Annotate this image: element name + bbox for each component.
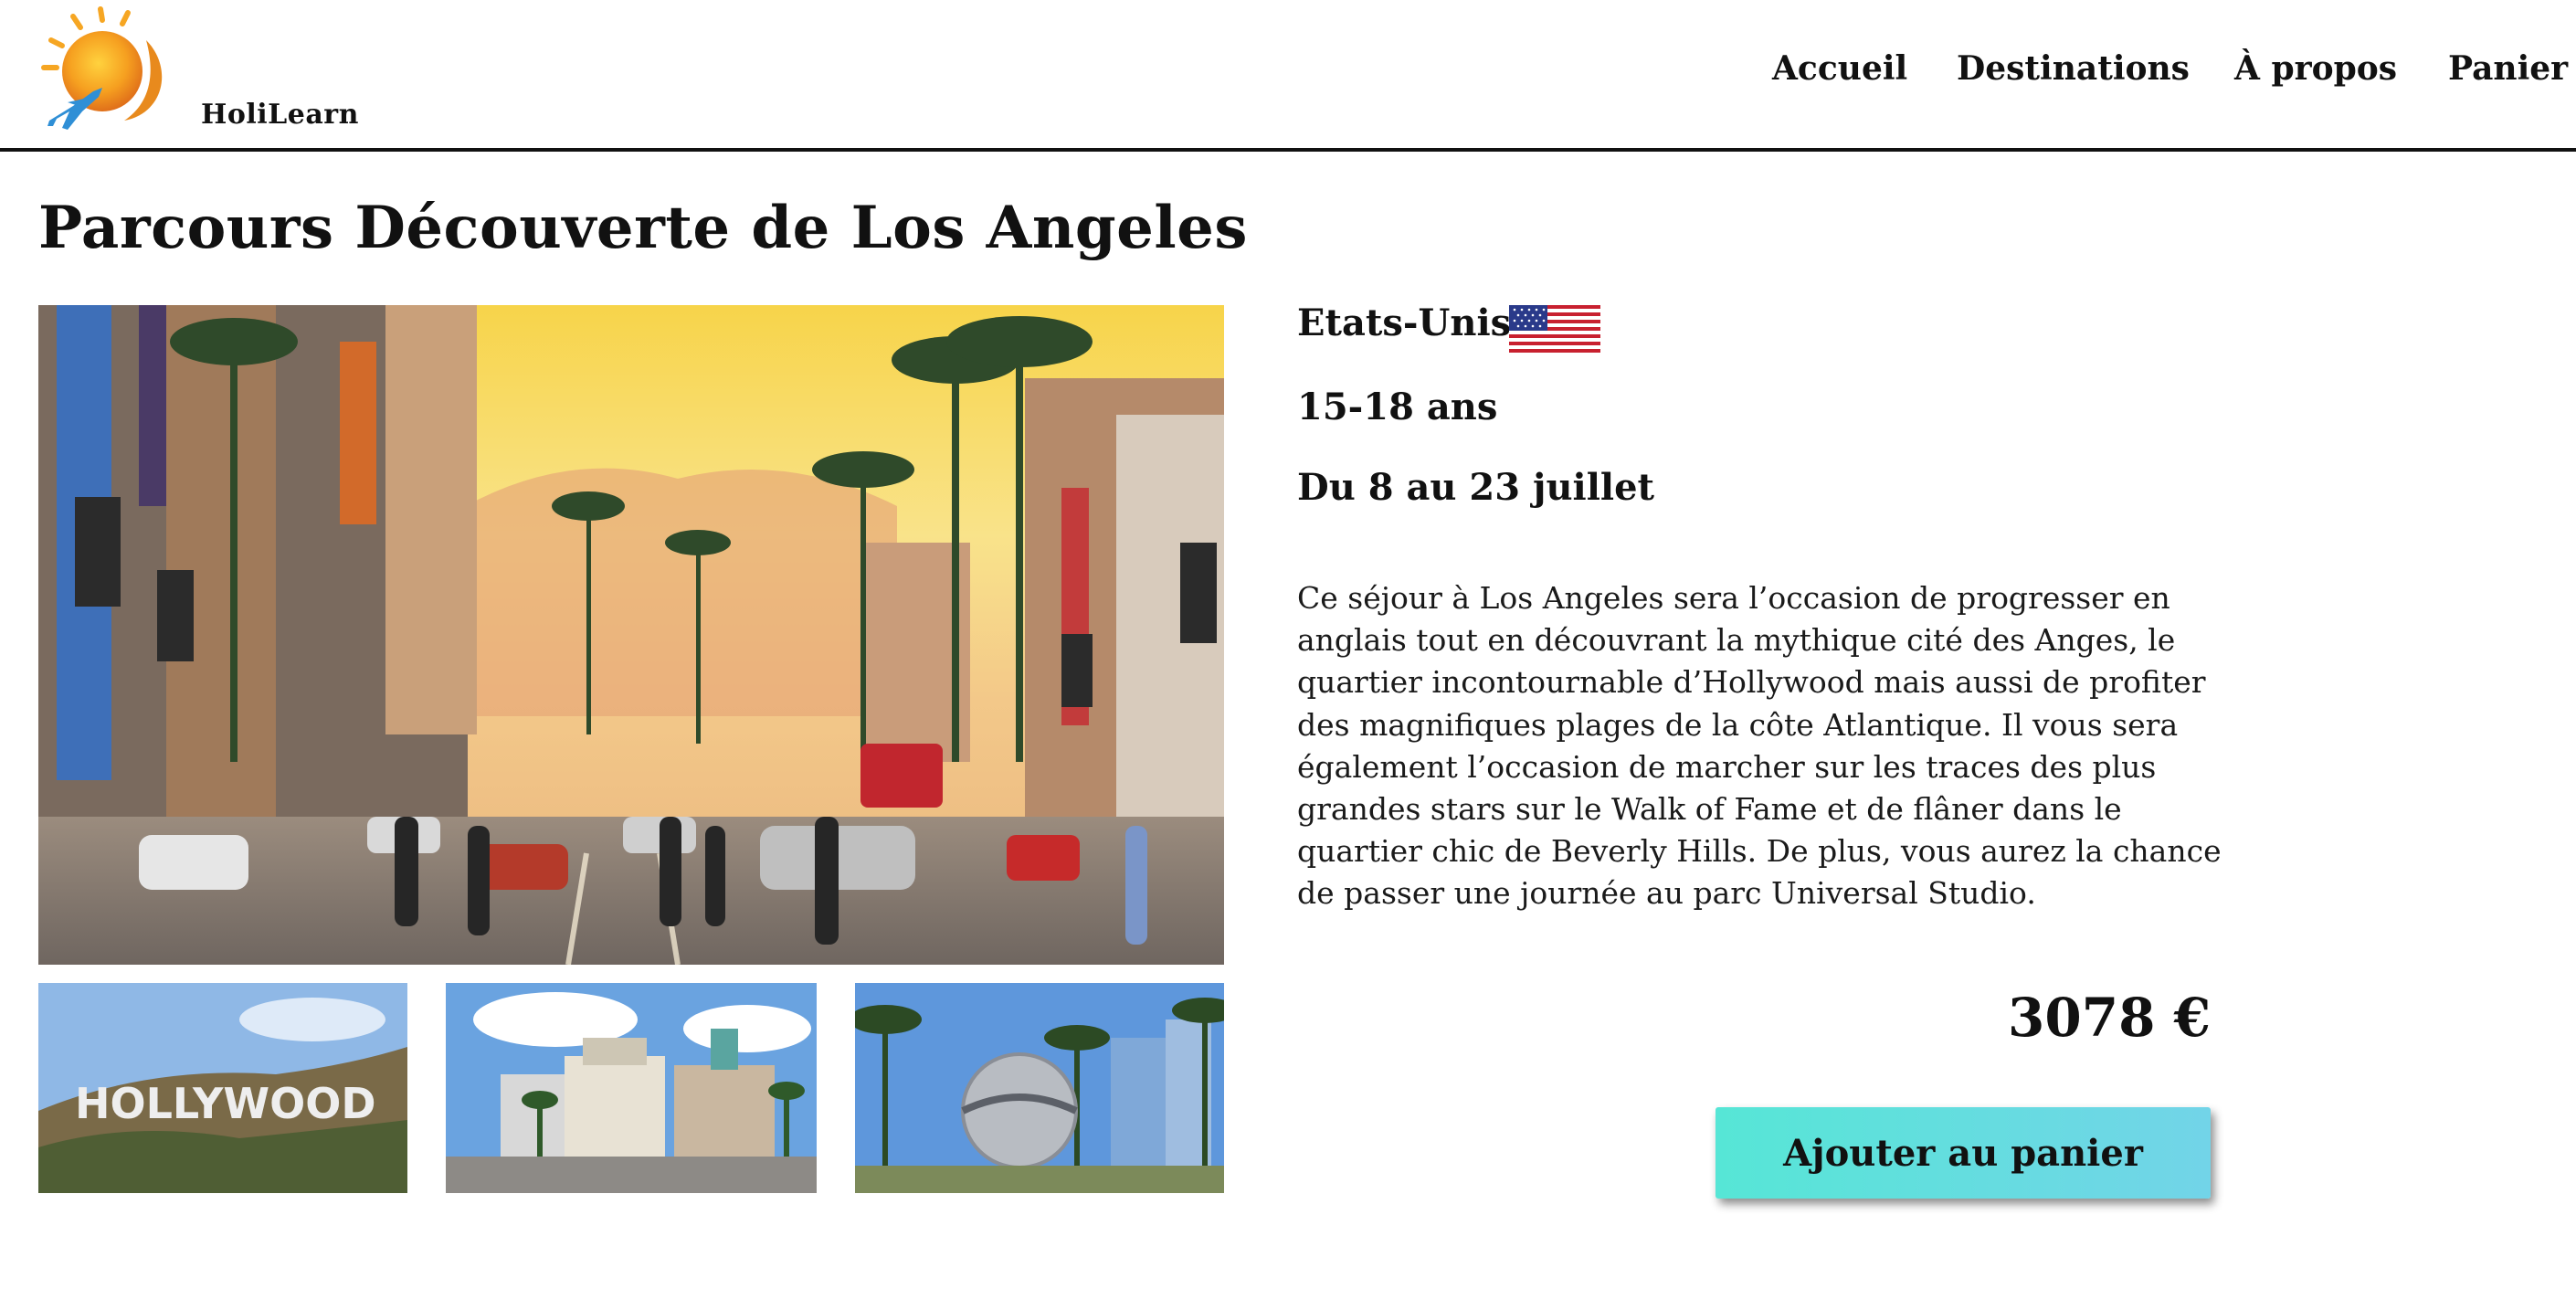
nav-link-a-propos[interactable]: À propos <box>2234 49 2397 95</box>
trip-dates: Du 8 au 23 juillet <box>1297 466 1655 509</box>
price: 3078 € <box>2008 987 2211 1049</box>
nav-link-accueil[interactable]: Accueil <box>1772 49 1907 95</box>
site-header: HoliLearn Accueil Destinations À propos … <box>0 0 2576 152</box>
hollywood-sign-text: HOLLYWOOD <box>75 1079 376 1128</box>
trip-description: Ce séjour à Los Angeles sera l’occasion … <box>1297 580 2222 912</box>
add-to-cart-button[interactable]: Ajouter au panier <box>1716 1107 2211 1199</box>
nav-link-panier[interactable]: Panier <box>2448 49 2568 95</box>
beverly-hills-photo[interactable] <box>446 983 817 1193</box>
brand-name: HoliLearn <box>201 99 359 131</box>
hollywood-boulevard-photo[interactable] <box>38 305 1224 965</box>
page-title: Parcours Découverte de Los Angeles <box>38 194 1248 262</box>
age-range: 15-18 ans <box>1297 386 1498 428</box>
universal-globe-photo[interactable] <box>855 983 1224 1193</box>
us-flag-icon <box>1509 305 1600 353</box>
sun-airplane-logo-icon <box>41 6 163 130</box>
hollywood-sign-photo[interactable]: HOLLYWOOD <box>38 983 407 1193</box>
nav-link-destinations[interactable]: Destinations <box>1957 49 2190 95</box>
country-label: Etats-Unis <box>1297 301 1512 344</box>
logo[interactable]: HoliLearn <box>37 4 358 141</box>
